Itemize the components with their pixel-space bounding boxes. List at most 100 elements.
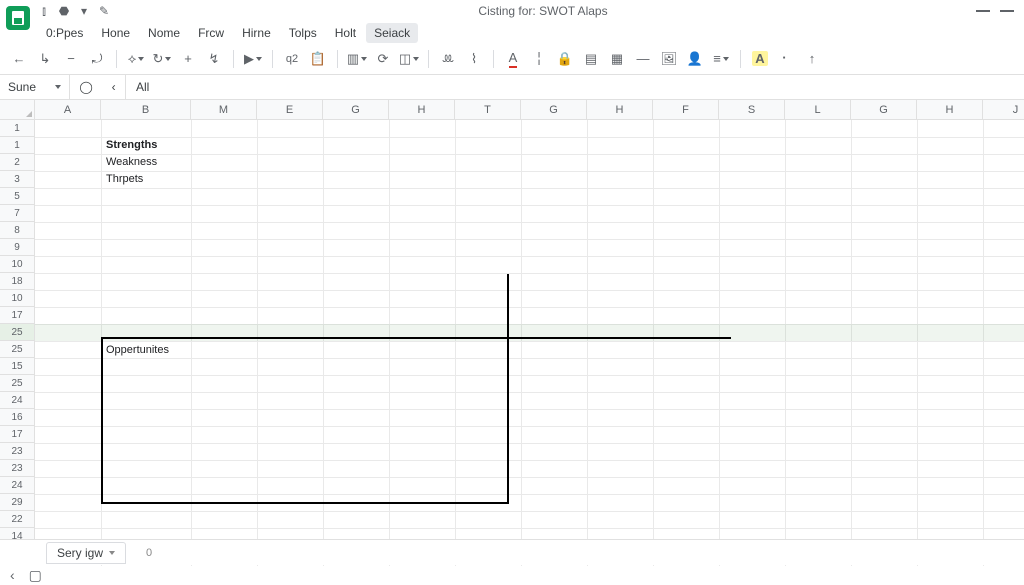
separator <box>493 50 494 68</box>
grid-right-icon[interactable]: ▦ <box>606 48 628 70</box>
separator <box>337 50 338 68</box>
menu-tolps[interactable]: Tolps <box>281 23 325 43</box>
text-color-button[interactable]: A <box>502 48 524 70</box>
up-arrow-icon[interactable]: ↑ <box>801 48 823 70</box>
image-icon[interactable]: 🖼 <box>658 48 680 70</box>
dots-icon[interactable]: ⠂ <box>775 48 797 70</box>
minus-icon[interactable]: − <box>60 48 82 70</box>
box-icon[interactable]: ◫ <box>398 48 420 70</box>
menu-hone[interactable]: Hone <box>93 23 138 43</box>
user-icon[interactable]: 👤 <box>684 48 706 70</box>
signal-icon: ⫾ <box>38 5 50 17</box>
row-header[interactable]: 2 <box>0 154 35 171</box>
row-header[interactable]: 25 <box>0 375 35 392</box>
track-value: 0 <box>146 547 152 559</box>
document-title[interactable]: Cisting for: SWOT Alaps <box>110 4 976 18</box>
menu-holt[interactable]: Holt <box>327 23 364 43</box>
row-header[interactable]: 25 <box>0 324 35 341</box>
list-icon[interactable]: ≡ <box>710 48 732 70</box>
window-minimize-icon[interactable] <box>976 10 990 12</box>
col-header[interactable]: G <box>851 100 917 120</box>
pencil-icon[interactable]: ✎ <box>98 5 110 17</box>
col-header[interactable]: H <box>389 100 455 120</box>
select-all-corner[interactable] <box>0 100 35 120</box>
row-header[interactable]: 1 <box>0 120 35 137</box>
row-header[interactable]: 25 <box>0 341 35 358</box>
col-header[interactable]: E <box>257 100 323 120</box>
col-header[interactable]: G <box>323 100 389 120</box>
name-box[interactable]: Sune <box>0 75 70 99</box>
spreadsheet-grid[interactable]: A B M E G H T G H F S L G H J M 11235789… <box>0 100 1024 566</box>
divider-icon: ╎ <box>528 48 550 70</box>
back-icon[interactable]: ← <box>8 48 30 70</box>
col-header[interactable]: J <box>983 100 1024 120</box>
row-header[interactable]: 17 <box>0 426 35 443</box>
nav-circle-icon[interactable]: ◯ <box>79 80 92 94</box>
hr-icon[interactable]: — <box>632 48 654 70</box>
col-header[interactable]: B <box>101 100 191 120</box>
row-header[interactable]: 24 <box>0 392 35 409</box>
caret-down-icon[interactable]: ▾ <box>78 5 90 17</box>
row-header[interactable]: 1 <box>0 137 35 154</box>
menu-seiack[interactable]: Seiack <box>366 23 418 43</box>
sheet-tabs: Sery igw 0 <box>0 539 1024 565</box>
plus-icon[interactable]: + <box>177 48 199 70</box>
columns-icon[interactable]: ▥ <box>346 48 368 70</box>
nav-prev-icon[interactable]: ‹ <box>112 80 116 94</box>
q2-label[interactable]: q2 <box>281 48 303 70</box>
menu-nome[interactable]: Nome <box>140 23 188 43</box>
col-header[interactable]: S <box>719 100 785 120</box>
col-header[interactable]: A <box>35 100 101 120</box>
link-icon[interactable]: ⌇ <box>463 48 485 70</box>
shape-icon[interactable]: ⟡ <box>125 48 147 70</box>
sheet-tab[interactable]: Sery igw <box>46 542 126 564</box>
row-header[interactable]: 24 <box>0 477 35 494</box>
app-logo[interactable] <box>6 6 30 30</box>
row-header[interactable]: 9 <box>0 239 35 256</box>
row-header[interactable]: 16 <box>0 409 35 426</box>
row-header[interactable]: 23 <box>0 460 35 477</box>
row-header[interactable]: 5 <box>0 188 35 205</box>
row-header[interactable]: 17 <box>0 307 35 324</box>
col-header[interactable]: G <box>521 100 587 120</box>
lock-icon[interactable]: 🔒 <box>554 48 576 70</box>
spark-icon[interactable]: ↯ <box>203 48 225 70</box>
play-icon[interactable]: ▶ <box>242 48 264 70</box>
row-header[interactable]: 18 <box>0 273 35 290</box>
cell-b3[interactable]: Thrpets <box>103 172 146 186</box>
notebook-icon[interactable]: ▢ <box>29 567 42 584</box>
col-header[interactable]: H <box>587 100 653 120</box>
row-header[interactable]: 10 <box>0 290 35 307</box>
row-header[interactable]: 8 <box>0 222 35 239</box>
row-header[interactable]: 23 <box>0 443 35 460</box>
rotate-icon[interactable]: ↻ <box>151 48 173 70</box>
window-restore-icon[interactable] <box>1000 10 1014 12</box>
col-header[interactable]: F <box>653 100 719 120</box>
col-header[interactable]: L <box>785 100 851 120</box>
col-header[interactable]: M <box>191 100 257 120</box>
clipboard-icon[interactable]: 📋 <box>307 48 329 70</box>
row-header[interactable]: 15 <box>0 358 35 375</box>
row-header[interactable]: 29 <box>0 494 35 511</box>
formula-input[interactable]: All <box>126 80 159 94</box>
col-header[interactable]: T <box>455 100 521 120</box>
redo-icon[interactable]: ⤾ <box>86 48 108 70</box>
cell-b2[interactable]: Weakness <box>103 155 160 169</box>
row-header[interactable]: 3 <box>0 171 35 188</box>
col-header[interactable]: H <box>917 100 983 120</box>
forward-icon[interactable]: ↳ <box>34 48 56 70</box>
refresh-icon[interactable]: ⟳ <box>372 48 394 70</box>
menu-ppes[interactable]: 0:Ppes <box>38 23 91 43</box>
row-header[interactable]: 22 <box>0 511 35 528</box>
grid-left-icon[interactable]: ▤ <box>580 48 602 70</box>
cell-b1[interactable]: Strengths <box>103 138 160 152</box>
cell-opportunities[interactable]: Oppertunites <box>103 343 172 357</box>
highlight-button[interactable]: A <box>749 48 771 70</box>
row-header[interactable]: 7 <box>0 205 35 222</box>
menu-hirne[interactable]: Hirne <box>234 23 279 43</box>
toolbar: ← ↳ − ⤾ ⟡ ↻ + ↯ ▶ q2 📋 ▥ ⟳ ◫ ꔛ ⌇ A ╎ 🔒 ▤… <box>0 44 1024 74</box>
brush-icon[interactable]: ꔛ <box>437 48 459 70</box>
menu-frcw[interactable]: Frcw <box>190 23 232 43</box>
nav-back-icon[interactable]: ‹ <box>10 567 15 583</box>
row-header[interactable]: 10 <box>0 256 35 273</box>
